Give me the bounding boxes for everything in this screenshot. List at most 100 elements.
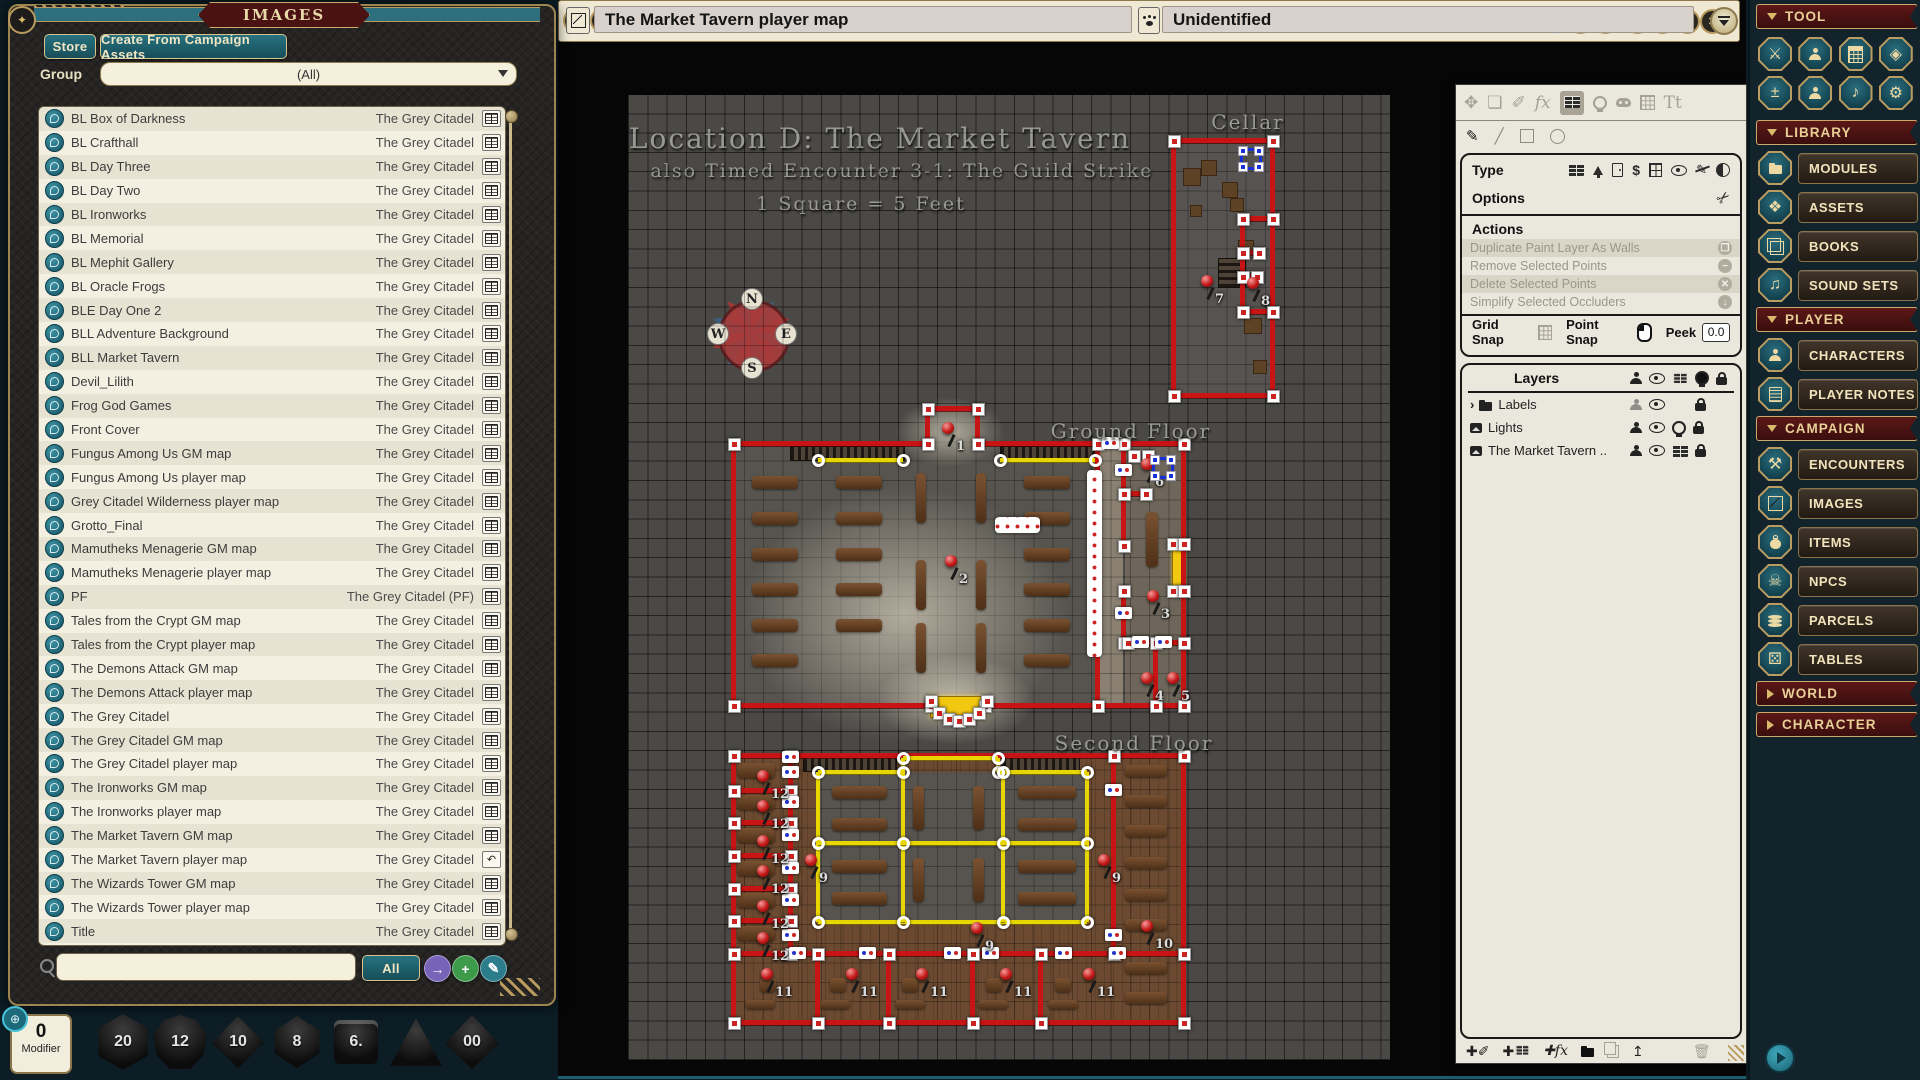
books-icon-button[interactable] <box>1758 229 1792 263</box>
list-item[interactable]: Mamutheks Menagerie GM mapThe Grey Citad… <box>39 537 505 561</box>
list-item[interactable]: PFThe Grey Citadel (PF) <box>39 585 505 609</box>
open-book-icon[interactable] <box>482 349 501 366</box>
open-book-icon[interactable] <box>482 134 501 151</box>
add-wall-layer-icon[interactable]: ✚ <box>1502 1043 1530 1060</box>
layer-row[interactable]: Lights <box>1462 416 1740 439</box>
sidebar-item-tables[interactable]: ⚄TABLES <box>1758 642 1918 676</box>
open-book-icon[interactable] <box>482 445 501 462</box>
parcels-icon-button[interactable] <box>1758 603 1792 637</box>
lighting-tool-icon[interactable] <box>1593 96 1607 110</box>
sidebar-item-items[interactable]: ITEMS <box>1758 525 1918 559</box>
sound sets-icon-button[interactable]: ♫ <box>1758 268 1792 302</box>
layer-row[interactable]: The Market Tavern ... <box>1462 439 1740 462</box>
open-book-icon[interactable] <box>482 899 501 916</box>
lock-icon[interactable] <box>1695 403 1706 411</box>
walls-tool-icon[interactable] <box>1560 91 1584 115</box>
rectangle-draw-icon[interactable] <box>1520 129 1534 143</box>
create-from-campaign-assets-button[interactable]: Create From Campaign Assets <box>100 34 287 59</box>
list-item[interactable]: Devil_LilithThe Grey Citadel <box>39 370 505 394</box>
open-book-icon[interactable] <box>482 278 501 295</box>
action-item[interactable]: Duplicate Paint Layer As Walls❐ <box>1462 239 1740 257</box>
open-book-icon[interactable] <box>482 254 501 271</box>
list-item[interactable]: BL MemorialThe Grey Citadel <box>39 226 505 250</box>
duplicate-layer-icon[interactable] <box>1607 1045 1619 1058</box>
tool-party-sheet-button[interactable] <box>1798 37 1832 71</box>
sidebar-item-npcs[interactable]: ☠NPCS <box>1758 564 1918 598</box>
action-item[interactable]: Simplify Selected Occluders↓ <box>1462 293 1740 311</box>
open-book-icon[interactable] <box>482 803 501 820</box>
text-tool-icon[interactable]: Tt <box>1664 93 1682 113</box>
encounters-icon-button[interactable]: ⚒ <box>1758 447 1792 481</box>
open-book-icon[interactable] <box>482 660 501 677</box>
tool-characters-tool-button[interactable] <box>1798 76 1832 110</box>
player notes-icon-button[interactable] <box>1758 377 1792 411</box>
tool-sound-button[interactable]: ♪ <box>1839 76 1873 110</box>
grid-snap-icon[interactable] <box>1538 325 1552 340</box>
open-book-icon[interactable] <box>482 517 501 534</box>
open-book-icon[interactable] <box>482 708 501 725</box>
assets-icon-button[interactable]: ❖ <box>1758 190 1792 224</box>
sidebar-section-library[interactable]: LIBRARY <box>1756 120 1918 145</box>
open-book-icon[interactable] <box>482 540 501 557</box>
window-dragon-button[interactable]: ✦ <box>8 6 36 34</box>
open-book-icon[interactable] <box>482 636 501 653</box>
sidebar-item-parcels[interactable]: PARCELS <box>1758 603 1918 637</box>
list-item[interactable]: BLL Adventure BackgroundThe Grey Citadel <box>39 322 505 346</box>
add-paint-layer-icon[interactable]: ✚✐ <box>1466 1043 1489 1060</box>
add-fx-layer-icon[interactable]: ✚fx <box>1543 1043 1568 1059</box>
map-canvas[interactable] <box>628 95 1390 1060</box>
open-book-icon[interactable] <box>482 827 501 844</box>
die-d8[interactable]: 8 <box>271 1016 323 1068</box>
die-d10[interactable]: 10 <box>212 1016 264 1068</box>
list-item[interactable]: BL Day TwoThe Grey Citadel <box>39 179 505 203</box>
list-item[interactable]: The Grey Citadel player mapThe Grey Cita… <box>39 752 505 776</box>
list-item[interactable]: The Demons Attack player mapThe Grey Cit… <box>39 680 505 704</box>
single-side-type-icon[interactable] <box>1716 163 1730 177</box>
list-item[interactable]: The Grey CitadelThe Grey Citadel <box>39 704 505 728</box>
tool-combat-tracker-button[interactable]: ⚔ <box>1758 37 1792 71</box>
scrollbar-knob-top[interactable] <box>505 110 518 123</box>
cut-icon[interactable]: ✂ <box>1712 186 1735 210</box>
scrollbar-knob-bottom[interactable] <box>505 928 518 941</box>
sidebar-section-tool[interactable]: TOOL <box>1756 4 1918 29</box>
freehand-draw-icon[interactable]: ✎ <box>1466 127 1479 145</box>
open-book-icon[interactable] <box>482 779 501 796</box>
toll-type-icon[interactable]: $ <box>1632 162 1640 178</box>
list-item[interactable]: Grotto_FinalThe Grey Citadel <box>39 513 505 537</box>
modules-icon-button[interactable] <box>1758 151 1792 185</box>
list-item[interactable]: Grey Citadel Wilderness player mapThe Gr… <box>39 489 505 513</box>
open-book-icon[interactable] <box>482 875 501 892</box>
modifier-target-icon[interactable]: ⊕ <box>2 1006 28 1032</box>
tool-dice-select-button[interactable]: ◈ <box>1879 37 1913 71</box>
eye-icon[interactable] <box>1649 422 1665 433</box>
sidebar-section-player[interactable]: PLAYER <box>1756 307 1918 332</box>
store-button[interactable]: Store <box>44 34 96 59</box>
map-link-button[interactable] <box>566 7 590 34</box>
open-book-icon[interactable] <box>482 732 501 749</box>
identity-field[interactable]: Unidentified <box>1162 6 1694 33</box>
sidebar-item-images[interactable]: IMAGES <box>1758 486 1918 520</box>
circle-draw-icon[interactable] <box>1550 129 1565 144</box>
sidebar-item-encounters[interactable]: ⚒ENCOUNTERS <box>1758 447 1918 481</box>
list-item[interactable]: BL Mephit GalleryThe Grey Citadel <box>39 250 505 274</box>
pit-type-icon[interactable]: ✎ <box>1696 162 1707 178</box>
panel-resize-corner[interactable] <box>1728 1045 1744 1061</box>
open-book-icon[interactable] <box>482 923 501 940</box>
eye-icon[interactable] <box>1649 445 1665 456</box>
add-folder-icon[interactable] <box>1581 1048 1594 1057</box>
open-book-icon[interactable] <box>482 612 501 629</box>
eye-icon[interactable] <box>1649 373 1665 384</box>
list-item[interactable]: The Ironworks player mapThe Grey Citadel <box>39 800 505 824</box>
open-book-icon[interactable] <box>482 325 501 342</box>
open-book-icon[interactable] <box>482 302 501 319</box>
open-book-icon[interactable] <box>482 493 501 510</box>
images-icon-button[interactable] <box>1758 486 1792 520</box>
mask-tool-icon[interactable] <box>1616 98 1631 107</box>
map-name-field[interactable]: The Market Tavern player map <box>594 6 1132 33</box>
open-book-icon[interactable] <box>482 373 501 390</box>
layers-tool-icon[interactable]: ❏ <box>1487 93 1502 113</box>
illusion-type-icon[interactable] <box>1671 165 1687 176</box>
open-book-icon[interactable] <box>482 421 501 438</box>
open-book-icon[interactable] <box>482 158 501 175</box>
sidebar-item-player-notes[interactable]: PLAYER NOTES <box>1758 377 1918 411</box>
